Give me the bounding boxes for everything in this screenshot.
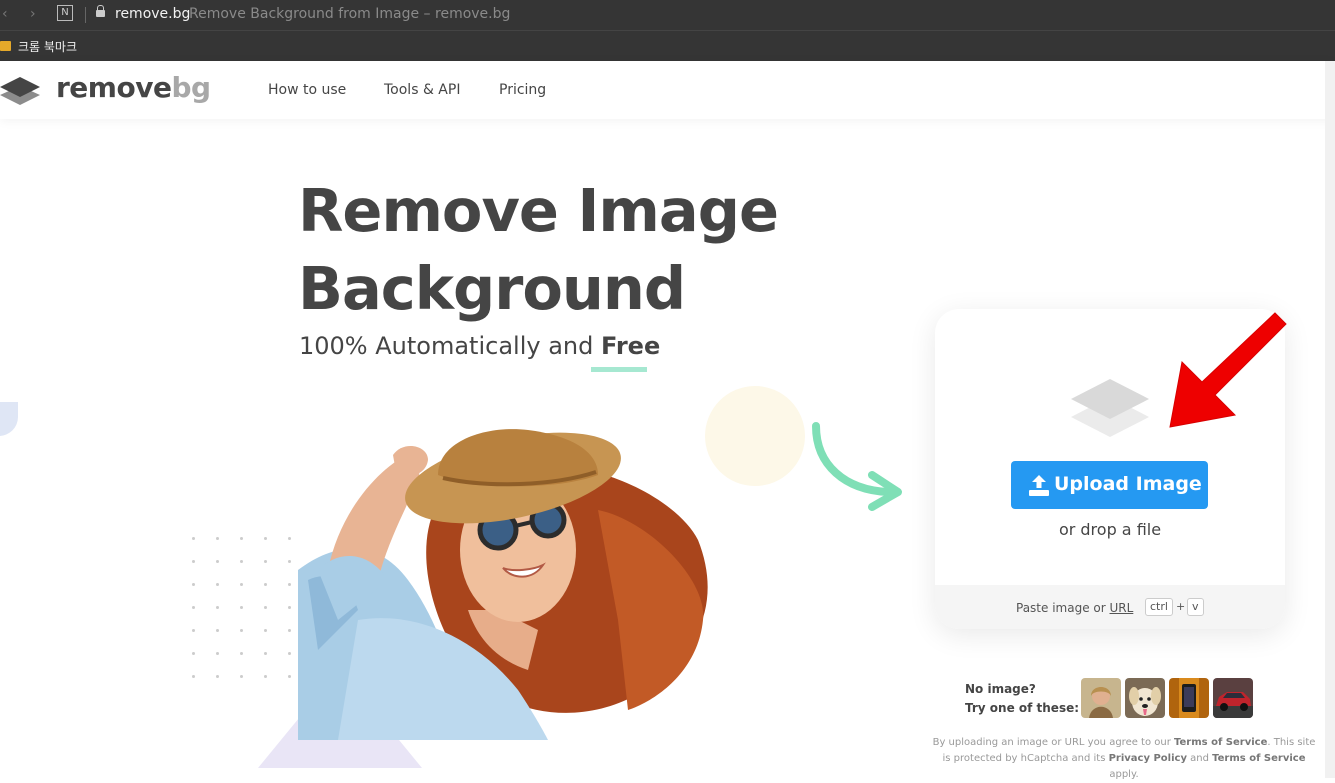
sample-phone-thumbnail[interactable] (1169, 678, 1209, 718)
free-highlight-underline (591, 367, 647, 372)
lock-icon[interactable] (96, 5, 105, 17)
logo-layers-icon[interactable] (0, 75, 42, 107)
logo[interactable]: removebg (56, 71, 211, 104)
decorative-dot (264, 652, 267, 655)
decorative-dot (240, 537, 243, 540)
url-page-title[interactable]: Remove Background from Image – remove.bg (189, 6, 510, 22)
upload-icon (1029, 475, 1049, 496)
nav-how-to-use[interactable]: How to use (268, 82, 346, 98)
decorative-circle (705, 386, 805, 486)
decorative-dot (216, 606, 219, 609)
decorative-dot (192, 560, 195, 563)
site-header: removebg How to use Tools & API Pricing (0, 61, 1335, 119)
decorative-blob (0, 402, 18, 436)
decorative-dot (216, 537, 219, 540)
decorative-dot (240, 629, 243, 632)
decorative-dot (192, 606, 195, 609)
decorative-dot (288, 652, 291, 655)
green-arrow-icon (812, 422, 902, 511)
sample-car-image (1213, 678, 1253, 718)
bookmarks-bar: 크롬 북마크 (0, 30, 1335, 61)
hero-subtitle: 100% Automatically and Free (299, 332, 660, 360)
decorative-dot (192, 537, 195, 540)
no-image-text: No image? (965, 682, 1036, 696)
decorative-dot (240, 560, 243, 563)
red-arrow-annotation (1169, 312, 1287, 428)
decorative-dot (288, 606, 291, 609)
plus-sign: + (1176, 600, 1186, 613)
subtitle-free: Free (600, 332, 661, 360)
subtitle-text: 100% Automatically and (299, 332, 601, 360)
upload-button-label: Upload Image (1054, 473, 1202, 495)
logo-text-bg: bg (171, 71, 211, 104)
upload-image-button[interactable]: Upload Image (1011, 461, 1208, 509)
back-icon[interactable]: ‹ (2, 6, 8, 22)
try-these-text: Try one of these: (965, 701, 1080, 715)
layers-icon (1071, 379, 1149, 437)
page-scrollbar[interactable] (1325, 61, 1335, 778)
notion-extension-icon[interactable]: N (57, 5, 73, 21)
decorative-dot (192, 583, 195, 586)
legal-notice: By uploading an image or URL you agree t… (928, 735, 1320, 783)
v-key: v (1187, 598, 1204, 616)
decorative-dot (264, 629, 267, 632)
decorative-dot (216, 629, 219, 632)
legal-text-1: By uploading an image or URL you agree t… (932, 737, 1175, 748)
decorative-dot (216, 583, 219, 586)
legal-text-4: apply. (1109, 769, 1139, 780)
decorative-dot (264, 537, 267, 540)
paste-text: Paste image or URL (1016, 601, 1133, 615)
sample-woman-thumbnail[interactable] (1081, 678, 1121, 718)
url-domain[interactable]: remove.bg (115, 6, 190, 22)
decorative-dot (264, 606, 267, 609)
drop-file-text: or drop a file (1058, 520, 1162, 539)
decorative-dot (240, 606, 243, 609)
decorative-dot (288, 537, 291, 540)
bookmark-folder[interactable]: 크롬 북마크 (18, 38, 77, 55)
privacy-policy-link[interactable]: Privacy Policy (1109, 753, 1187, 764)
decorative-dot (288, 583, 291, 586)
decorative-dot (240, 652, 243, 655)
decorative-dot (288, 629, 291, 632)
hero-woman-photo (298, 429, 708, 740)
browser-address-bar: ‹ › N remove.bg Remove Background from I… (0, 0, 1335, 30)
decorative-dot (264, 583, 267, 586)
sample-phone-image (1169, 678, 1209, 718)
sample-dog-thumbnail[interactable] (1125, 678, 1165, 718)
decorative-dot (192, 629, 195, 632)
nav-pricing[interactable]: Pricing (499, 82, 546, 98)
terms-link-2[interactable]: Terms of Service (1212, 753, 1305, 764)
legal-text-3: and (1186, 753, 1213, 764)
sample-images-prompt: No image? Try one of these: (965, 680, 1079, 718)
decorative-dot (216, 560, 219, 563)
decorative-dot (192, 675, 195, 678)
toolbar-divider (85, 7, 86, 23)
decorative-dot (216, 652, 219, 655)
sample-car-thumbnail[interactable] (1213, 678, 1253, 718)
folder-icon (0, 41, 11, 51)
decorative-dot (240, 583, 243, 586)
sample-woman-image (1081, 678, 1121, 718)
logo-text-remove: remove (56, 71, 172, 104)
ctrl-key: ctrl (1145, 598, 1173, 616)
paste-prefix: Paste image or (1016, 601, 1110, 615)
decorative-dot (240, 675, 243, 678)
sample-dog-image (1125, 678, 1165, 718)
hero-title: Remove Image Background (298, 172, 779, 328)
decorative-dot (288, 560, 291, 563)
paste-footer: Paste image or URL ctrl + v (935, 585, 1285, 629)
decorative-dot (216, 675, 219, 678)
hero-title-line1: Remove Image (298, 176, 779, 245)
hero-title-line2: Background (298, 254, 686, 323)
decorative-dot (192, 652, 195, 655)
terms-link-1[interactable]: Terms of Service (1174, 737, 1267, 748)
nav-tools-api[interactable]: Tools & API (384, 82, 460, 98)
forward-icon[interactable]: › (30, 6, 36, 22)
decorative-dot (264, 560, 267, 563)
paste-url-link[interactable]: URL (1110, 601, 1134, 615)
